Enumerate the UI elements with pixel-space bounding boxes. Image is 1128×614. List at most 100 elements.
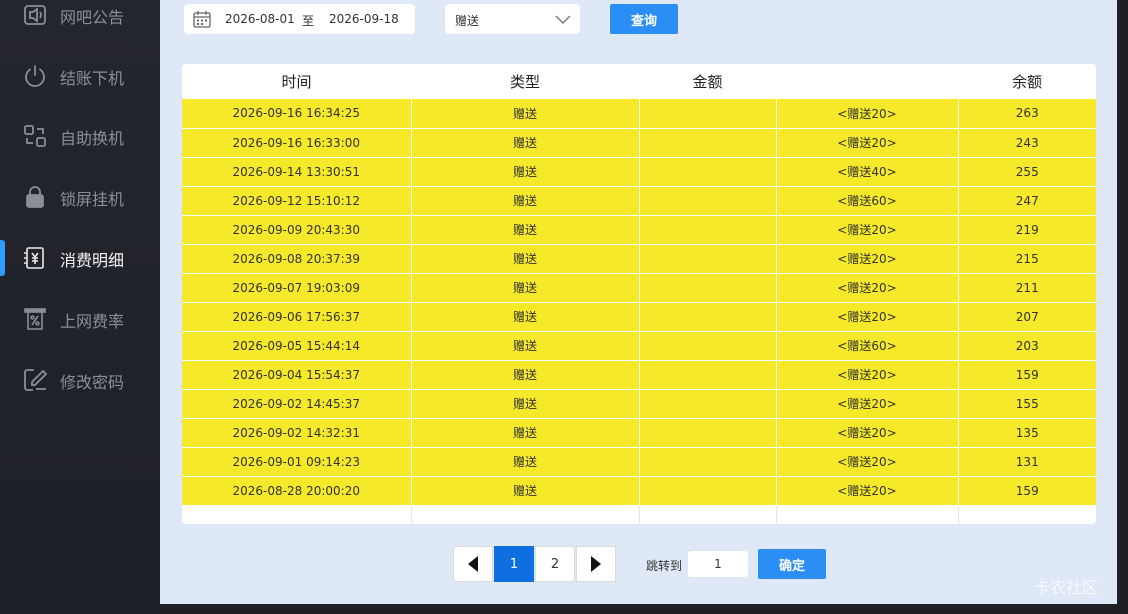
sidebar: 网吧公告 结账下机 自助换机 锁屏挂机 消费明细 上网费率 修改密码 [0, 0, 160, 614]
cell-time: 2026-09-01 09:14:23 [182, 447, 412, 477]
page-button-2[interactable]: 2 [535, 546, 575, 582]
prev-page-button[interactable] [453, 546, 493, 582]
sidebar-item-label: 消费明细 [60, 251, 125, 270]
cell-time: 2026-09-04 15:54:37 [182, 360, 412, 390]
cell-balance: 155 [958, 389, 1096, 419]
cell-time: 2026-09-07 19:03:09 [182, 273, 412, 303]
cell-time: 2026-09-02 14:45:37 [182, 389, 412, 419]
cell-note: <赠送20> [776, 302, 959, 332]
date-range-picker[interactable]: 2026-08-01 至 2026-09-18 [184, 4, 415, 34]
sidebar-item-checkout[interactable]: 结账下机 [0, 56, 160, 96]
power-icon [22, 63, 48, 89]
cell-balance: 215 [958, 244, 1096, 274]
type-select-value: 赠送 [455, 14, 480, 28]
sidebar-item-label: 上网费率 [60, 312, 125, 331]
cell-balance: 203 [958, 331, 1096, 361]
cell-amount [639, 302, 777, 332]
cell-amount [639, 418, 777, 448]
cell-time: 2026-09-16 16:33:00 [182, 128, 412, 158]
cell-amount [639, 128, 777, 158]
sidebar-item-announcement[interactable]: 网吧公告 [0, 0, 160, 35]
cell-balance: 135 [958, 418, 1096, 448]
end-date[interactable]: 2026-09-18 [329, 12, 399, 26]
lock-icon [22, 184, 48, 210]
cell-note: <赠送20> [776, 215, 959, 245]
chevron-down-icon [555, 12, 571, 26]
speaker-icon [22, 2, 48, 28]
sidebar-item-consumption[interactable]: 消费明细 [0, 238, 160, 278]
cell-amount [639, 157, 777, 187]
cell-note: <赠送20> [776, 476, 959, 506]
table-row: 2026-08-28 20:00:20 赠送 <赠送20> 159 [182, 476, 1096, 506]
cell-balance: 159 [958, 360, 1096, 390]
percent-receipt-icon [22, 306, 48, 332]
date-separator: 至 [302, 14, 315, 28]
active-indicator [0, 240, 5, 276]
cell-time: 2026-09-02 14:32:31 [182, 418, 412, 448]
cell-note: <赠送60> [776, 331, 959, 361]
type-select[interactable]: 赠送 [445, 4, 580, 34]
cell-note: <赠送20> [776, 273, 959, 303]
table-row: 2026-09-08 20:37:39 赠送 <赠送20> 215 [182, 244, 1096, 274]
cell-time: 2026-09-14 13:30:51 [182, 157, 412, 187]
sidebar-item-label: 修改密码 [60, 373, 125, 392]
cell-amount [639, 186, 777, 216]
page-button-1[interactable]: 1 [494, 546, 534, 582]
table-header-row: 时间 类型 金额 余额 [182, 64, 1096, 99]
cell-balance: 159 [958, 476, 1096, 506]
cell-type: 赠送 [411, 302, 640, 332]
cell-balance: 247 [958, 186, 1096, 216]
cell-balance: 211 [958, 273, 1096, 303]
confirm-button[interactable]: 确定 [758, 549, 826, 579]
sidebar-item-label: 网吧公告 [60, 8, 125, 27]
cell-amount [639, 215, 777, 245]
cell-note: <赠送20> [776, 244, 959, 274]
cell-time: 2026-08-28 20:00:20 [182, 476, 412, 506]
cell-balance: 263 [958, 99, 1096, 129]
cell-note: <赠送20> [776, 447, 959, 477]
cell-type: 赠送 [411, 273, 640, 303]
calendar-icon [192, 9, 212, 29]
column-header-type: 类型 [411, 64, 639, 99]
cell-balance: 255 [958, 157, 1096, 187]
table-row: 2026-09-02 14:32:31 赠送 <赠送20> 135 [182, 418, 1096, 448]
sidebar-item-label: 结账下机 [60, 69, 125, 88]
cell-type: 赠送 [411, 418, 640, 448]
cell-amount [639, 476, 777, 506]
next-page-button[interactable] [576, 546, 616, 582]
table-row: 2026-09-06 17:56:37 赠送 <赠送20> 207 [182, 302, 1096, 332]
sidebar-item-rate[interactable]: 上网费率 [0, 299, 160, 339]
table-row: 2026-09-09 20:43:30 赠送 <赠送20> 219 [182, 215, 1096, 245]
cell-time: 2026-09-05 15:44:14 [182, 331, 412, 361]
cell-type: 赠送 [411, 244, 640, 274]
query-button[interactable]: 查询 [610, 4, 678, 34]
main-panel: 2026-08-01 至 2026-09-18 赠送 查询 时间 类型 金额 余… [160, 0, 1117, 604]
sidebar-item-switch-machine[interactable]: 自助换机 [0, 116, 160, 156]
sidebar-item-lock-screen[interactable]: 锁屏挂机 [0, 177, 160, 217]
cell-amount [639, 244, 777, 274]
cell-type: 赠送 [411, 476, 640, 506]
yuan-receipt-icon [22, 245, 48, 271]
sidebar-item-change-password[interactable]: 修改密码 [0, 360, 160, 400]
cell-note: <赠送20> [776, 389, 959, 419]
start-date[interactable]: 2026-08-01 [225, 12, 295, 26]
jump-label: 跳转到 [646, 559, 683, 573]
table-row: 2026-09-04 15:54:37 赠送 <赠送20> 159 [182, 360, 1096, 390]
jump-page-input[interactable] [688, 551, 748, 577]
cell-balance: 243 [958, 128, 1096, 158]
column-header-time: 时间 [182, 64, 411, 99]
cell-note: <赠送20> [776, 128, 959, 158]
column-header-note [776, 64, 958, 99]
cell-type: 赠送 [411, 360, 640, 390]
cell-type: 赠送 [411, 331, 640, 361]
cell-note: <赠送40> [776, 157, 959, 187]
consumption-table: 时间 类型 金额 余额 2026-09-16 16:34:25 赠送 <赠送20> 2… [182, 64, 1096, 524]
cell-time: 2026-09-06 17:56:37 [182, 302, 412, 332]
cell-type: 赠送 [411, 447, 640, 477]
table-row: 2026-09-16 16:34:25 赠送 <赠送20> 263 [182, 99, 1096, 129]
cell-type: 赠送 [411, 128, 640, 158]
arrow-right-icon [591, 556, 601, 572]
cell-time: 2026-09-12 15:10:12 [182, 186, 412, 216]
sidebar-item-label: 自助换机 [60, 129, 125, 148]
column-header-amount: 金额 [639, 64, 776, 99]
